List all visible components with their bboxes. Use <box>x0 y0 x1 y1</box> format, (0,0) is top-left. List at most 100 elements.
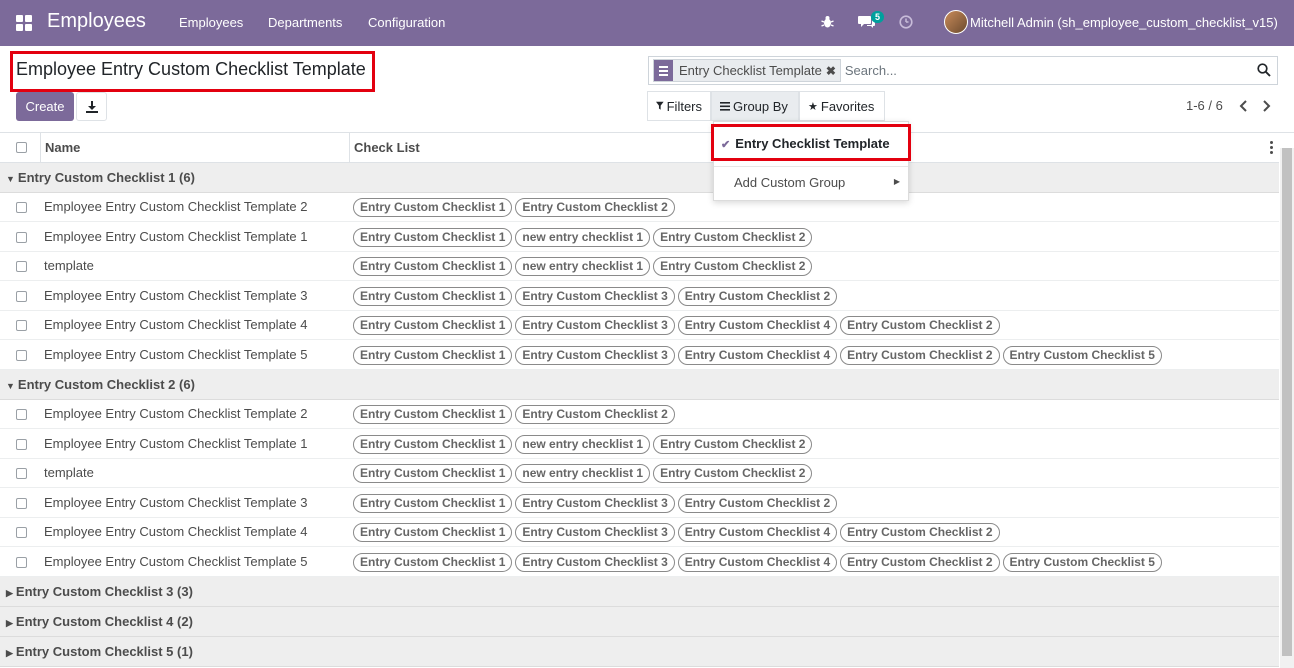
checklist-tag: Entry Custom Checklist 2 <box>653 464 813 483</box>
row-checkbox[interactable] <box>16 349 27 361</box>
row-checkbox[interactable] <box>16 290 27 302</box>
row-checkbox[interactable] <box>16 468 27 479</box>
table-row[interactable]: Employee Entry Custom Checklist Template… <box>0 489 1279 518</box>
checklist-tag: new entry checklist 1 <box>515 434 651 454</box>
checklist-tag: Entry Custom Checklist 2 <box>677 286 838 306</box>
group-row[interactable]: ▶ Entry Custom Checklist 4 (2) <box>0 607 1279 637</box>
checklist-tag: new entry checklist 1 <box>515 227 651 247</box>
column-divider <box>40 133 41 163</box>
cell-name: Employee Entry Custom Checklist Template… <box>44 435 308 451</box>
row-checkbox[interactable] <box>16 556 27 568</box>
activity-clock-icon[interactable] <box>899 15 913 29</box>
filters-button[interactable]: Filters <box>647 91 711 121</box>
group-label-text: Entry Custom Checklist 2 (6) <box>17 377 195 392</box>
row-checkbox[interactable] <box>16 527 27 538</box>
checklist-tag: Entry Custom Checklist 4 <box>677 316 838 335</box>
groupby-facet-icon <box>654 60 673 81</box>
export-button[interactable] <box>76 92 107 121</box>
group-row[interactable]: ▼ Entry Custom Checklist 1 (6) <box>0 163 1279 193</box>
title-highlight-box <box>10 51 375 92</box>
group-row[interactable]: ▼ Entry Custom Checklist 2 (6) <box>0 370 1279 400</box>
optional-columns-icon[interactable] <box>1270 141 1273 154</box>
favorites-label: Favorites <box>820 98 875 114</box>
table-row[interactable]: template Entry Custom Checklist 1 new entr… <box>0 459 1279 488</box>
row-checkbox[interactable] <box>16 261 27 272</box>
pager-previous-icon[interactable] <box>1239 100 1249 112</box>
checklist-tag: new entry checklist 1 <box>515 464 651 483</box>
table-row[interactable]: Employee Entry Custom Checklist Template… <box>0 341 1279 370</box>
table-row[interactable]: Employee Entry Custom Checklist Template… <box>0 282 1279 311</box>
favorites-button[interactable]: ★ Favorites <box>799 91 885 121</box>
table-row[interactable]: Employee Entry Custom Checklist Template… <box>0 548 1279 577</box>
pager-value[interactable]: 1-6 / 6 <box>1186 98 1223 113</box>
caret-right-icon: ▶ <box>6 648 13 658</box>
filter-icon <box>656 101 664 110</box>
select-all-checkbox[interactable] <box>16 142 27 153</box>
scrollbar[interactable] <box>1280 148 1294 668</box>
groupby-option-label: Entry Checklist Template <box>735 136 890 151</box>
search-facet: Entry Checklist Template ✖ <box>653 59 841 82</box>
groupby-button[interactable]: Group By <box>711 91 799 121</box>
row-checkbox[interactable] <box>16 409 27 420</box>
group-label: ▼ Entry Custom Checklist 2 (6) <box>6 377 195 392</box>
row-checkbox[interactable] <box>16 231 27 243</box>
apps-menu-icon[interactable] <box>16 15 32 31</box>
star-icon: ★ <box>808 100 818 113</box>
checklist-tag: Entry Custom Checklist 2 <box>840 552 1000 572</box>
group-label-text: Entry Custom Checklist 5 (1) <box>15 644 193 659</box>
checklist-tag: Entry Custom Checklist 5 <box>1002 345 1162 365</box>
user-menu[interactable]: Mitchell Admin (sh_employee_custom_check… <box>970 15 1278 30</box>
checklist-tags: Entry Custom Checklist 1 Entry Custom Che… <box>353 345 1162 365</box>
add-custom-group[interactable]: Add Custom Group <box>734 175 845 190</box>
row-checkbox[interactable] <box>16 202 27 213</box>
search-input[interactable] <box>844 63 1245 78</box>
search-options: Filters Group By ★ Favorites <box>647 91 885 121</box>
menu-employees[interactable]: Employees <box>179 15 243 30</box>
checklist-tags: Entry Custom Checklist 1 Entry Custom Che… <box>353 286 838 306</box>
row-checkbox[interactable] <box>16 320 27 331</box>
checklist-tag: Entry Custom Checklist 1 <box>353 345 513 365</box>
table-row[interactable]: Employee Entry Custom Checklist Template… <box>0 223 1279 252</box>
table-row[interactable]: Employee Entry Custom Checklist Template… <box>0 430 1279 459</box>
table-row[interactable]: Employee Entry Custom Checklist Template… <box>0 193 1279 222</box>
cell-name: Employee Entry Custom Checklist Template… <box>44 524 308 539</box>
column-header-name[interactable]: Name <box>45 140 80 155</box>
checklist-tag: Entry Custom Checklist 1 <box>353 493 513 513</box>
column-header-check-list[interactable]: Check List <box>354 140 420 155</box>
search-icon[interactable] <box>1257 63 1271 77</box>
create-button[interactable]: Create <box>16 92 74 121</box>
group-label-text: Entry Custom Checklist 4 (2) <box>15 614 193 629</box>
group-row[interactable]: ▶ Entry Custom Checklist 5 (1) <box>0 637 1279 667</box>
cell-name: Employee Entry Custom Checklist Template… <box>44 199 308 214</box>
caret-down-icon: ▼ <box>6 381 15 391</box>
checklist-tag: Entry Custom Checklist 1 <box>353 552 513 572</box>
checklist-tag: Entry Custom Checklist 2 <box>840 523 1000 542</box>
checklist-tags: Entry Custom Checklist 1 Entry Custom Che… <box>353 493 838 513</box>
checklist-tag: Entry Custom Checklist 3 <box>515 493 675 513</box>
scrollbar-thumb[interactable] <box>1282 148 1292 656</box>
table-row[interactable]: Employee Entry Custom Checklist Template… <box>0 400 1279 429</box>
table-row[interactable]: template Entry Custom Checklist 1 new entr… <box>0 252 1279 281</box>
top-navbar: Employees Employees Departments Configur… <box>0 0 1294 46</box>
row-checkbox[interactable] <box>16 497 27 509</box>
table-row[interactable]: Employee Entry Custom Checklist Template… <box>0 311 1279 340</box>
checklist-tags: Entry Custom Checklist 1 new entry checkl… <box>353 227 813 247</box>
menu-departments[interactable]: Departments <box>268 15 342 30</box>
checklist-tag: Entry Custom Checklist 1 <box>353 316 513 335</box>
app-title[interactable]: Employees <box>47 10 146 33</box>
groupby-option-entry-checklist-template[interactable]: ✔ Entry Checklist Template <box>721 136 890 151</box>
row-checkbox[interactable] <box>16 438 27 450</box>
debug-bug-icon[interactable] <box>821 15 834 29</box>
pager-next-icon[interactable] <box>1261 100 1271 112</box>
group-label-text: Entry Custom Checklist 3 (3) <box>15 584 193 599</box>
checklist-tag: Entry Custom Checklist 2 <box>653 227 813 247</box>
group-row[interactable]: ▶ Entry Custom Checklist 3 (3) <box>0 577 1279 607</box>
checklist-tag: Entry Custom Checklist 3 <box>515 345 675 365</box>
menu-configuration[interactable]: Configuration <box>368 15 445 30</box>
message-count-badge: 5 <box>871 11 885 23</box>
table-row[interactable]: Employee Entry Custom Checklist Template… <box>0 518 1279 547</box>
search-facet-value: Entry Checklist Template <box>679 63 822 78</box>
cell-name: Employee Entry Custom Checklist Template… <box>44 494 308 510</box>
user-avatar[interactable] <box>944 10 968 34</box>
facet-remove-icon[interactable]: ✖ <box>826 64 840 78</box>
